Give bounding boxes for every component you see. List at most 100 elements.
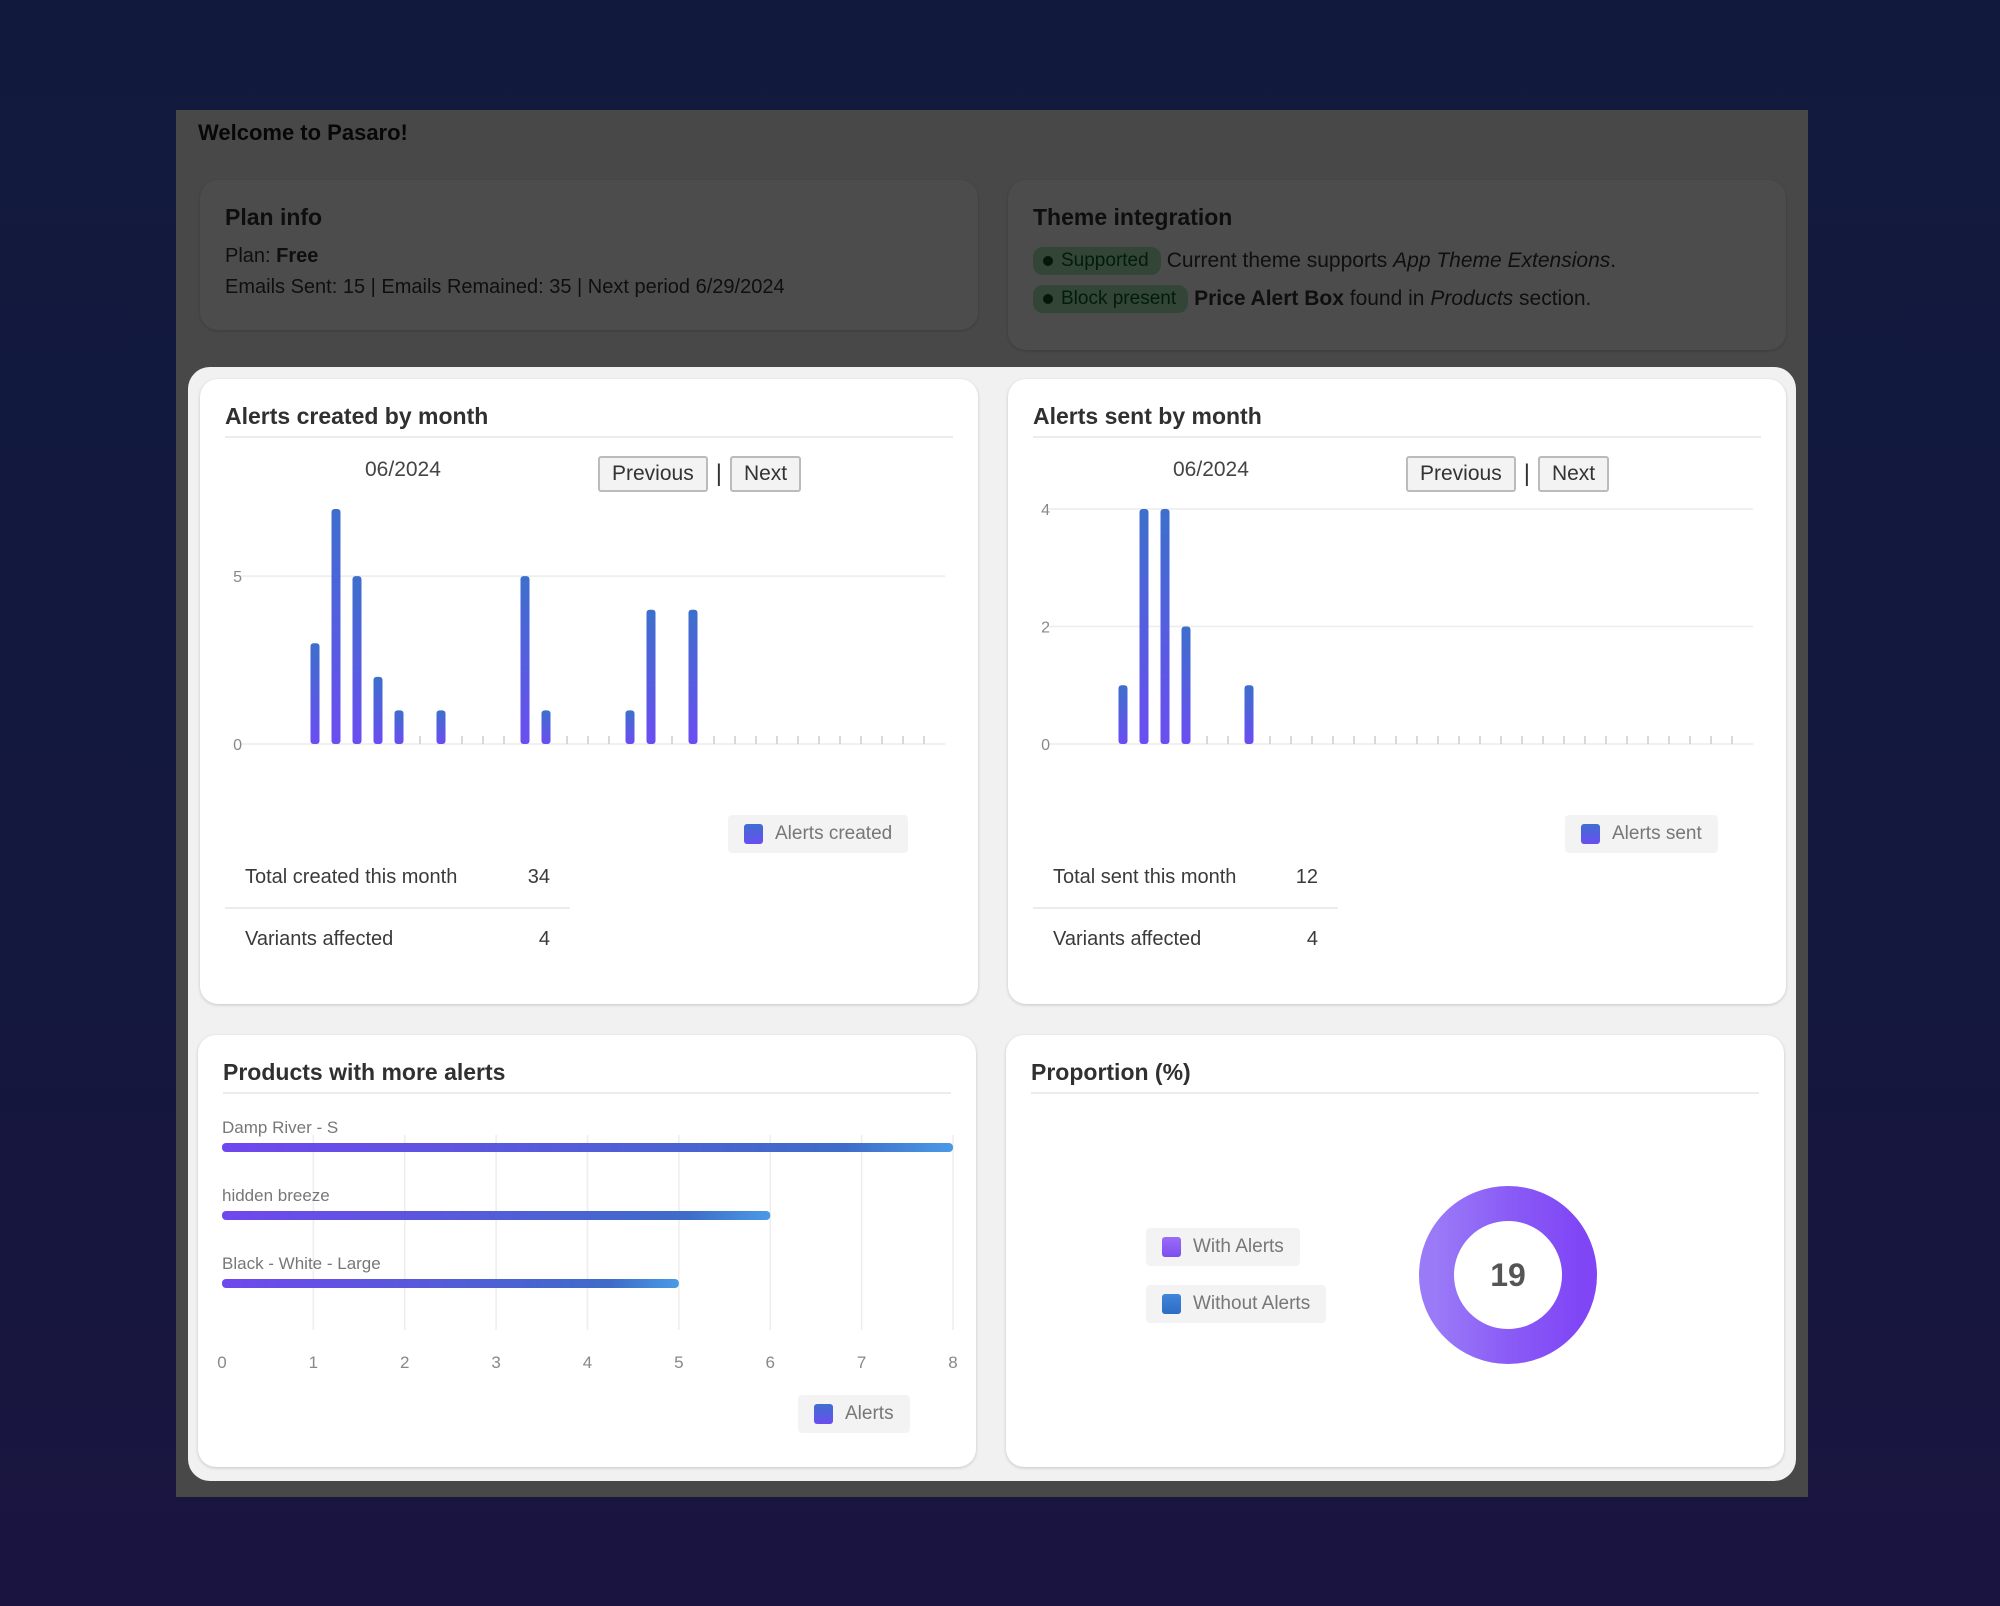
y-tick-label: 0 <box>233 737 242 754</box>
bar <box>646 609 656 744</box>
x-tick-label: 8 <box>948 1353 957 1372</box>
month-controls: 06/2024 Previous | Next <box>1033 446 1761 496</box>
theme-row-end: section. <box>1513 287 1592 310</box>
products-card: Products with more alerts 0 1 2 3 4 5 6 7 8 Damp … <box>198 1035 976 1467</box>
month-controls: 06/2024 Previous | Next <box>225 446 953 496</box>
x-tick-label: 4 <box>583 1353 592 1372</box>
legend-swatch <box>1581 824 1600 844</box>
bar-category-label: Damp River - S <box>222 1118 338 1137</box>
bar <box>625 710 635 744</box>
legend-swatch <box>744 824 763 844</box>
bar <box>436 710 446 744</box>
theme-integration-title: Theme integration <box>1033 204 1233 230</box>
proportion-donut: 19 <box>1419 1186 1597 1364</box>
badge-label: Supported <box>1061 250 1149 271</box>
month-nav: Previous | Next <box>1406 456 1610 492</box>
x-tick-label: 6 <box>766 1353 775 1372</box>
next-button[interactable]: Next <box>729 456 802 492</box>
bar <box>373 676 383 744</box>
y-tick-label: 2 <box>1041 620 1050 637</box>
legend-swatch <box>1162 1237 1181 1257</box>
legend-with-alerts: With Alerts <box>1146 1228 1300 1266</box>
alerts-created-title: Alerts created by month <box>225 403 953 438</box>
x-tick-label: 3 <box>491 1353 500 1372</box>
proportion-title: Proportion (%) <box>1031 1059 1759 1094</box>
stat-label: Variants affected <box>245 927 394 950</box>
stat-row: Variants affected 4 <box>1033 907 1338 969</box>
x-tick-label: 1 <box>309 1353 318 1372</box>
legend-label: Alerts created <box>775 823 893 844</box>
alerts-sent-title: Alerts sent by month <box>1033 403 1761 438</box>
bar <box>352 576 362 744</box>
stat-value: 34 <box>527 865 550 888</box>
legend-label: Without Alerts <box>1193 1293 1311 1314</box>
theme-row-text: found in <box>1343 287 1431 310</box>
legend-swatch <box>814 1404 833 1424</box>
plan-line: Plan: Free <box>225 245 953 268</box>
stat-label: Total sent this month <box>1053 865 1237 888</box>
welcome-heading: Welcome to Pasaro! <box>198 120 408 145</box>
block-name: Price Alert Box <box>1194 287 1344 310</box>
stat-row: Variants affected 4 <box>225 907 570 969</box>
y-tick-label: 0 <box>1041 737 1050 754</box>
legend-label: Alerts <box>845 1403 894 1424</box>
bar <box>1181 626 1191 744</box>
block-present-badge: Block present <box>1033 285 1189 313</box>
stat-value: 12 <box>1295 865 1318 888</box>
bar-category-label: Black - White - Large <box>222 1254 381 1273</box>
alerts-created-legend: Alerts created <box>728 815 909 853</box>
plan-info-title: Plan info <box>225 204 323 230</box>
theme-row-emphasis: App Theme Extensions <box>1393 249 1611 272</box>
alerts-created-stats: Total created this month 34 Variants affe… <box>225 847 570 969</box>
stat-label: Variants affected <box>1053 927 1202 950</box>
bar <box>394 710 404 744</box>
theme-row-block: Block present Price Alert Box found in P… <box>1033 285 1761 313</box>
nav-separator: | <box>715 460 722 487</box>
legend-label: With Alerts <box>1193 1236 1284 1257</box>
x-tick-label: 0 <box>217 1353 226 1372</box>
y-tick-label: 4 <box>1041 502 1050 519</box>
bar-category-label: hidden breeze <box>222 1186 330 1205</box>
alerts-created-card: Alerts created by month 06/2024 Previous… <box>200 379 978 1004</box>
theme-row-supported: Supported Current theme supports App The… <box>1033 247 1761 275</box>
x-tick-label: 5 <box>674 1353 683 1372</box>
bar <box>222 1143 953 1152</box>
bar <box>1160 509 1170 744</box>
previous-button[interactable]: Previous <box>1406 456 1516 492</box>
bar <box>520 576 530 744</box>
proportion-card: Proportion (%) With Alerts Without Alert… <box>1006 1035 1784 1467</box>
bar <box>1244 685 1254 744</box>
current-month: 06/2024 <box>1173 458 1249 481</box>
stat-label: Total created this month <box>245 865 458 888</box>
bar <box>310 643 320 744</box>
x-tick-label: 2 <box>400 1353 409 1372</box>
badge-label: Block present <box>1061 288 1177 309</box>
bar <box>331 509 341 744</box>
donut-center-label: 19 <box>1490 1257 1526 1293</box>
month-nav: Previous | Next <box>598 456 802 492</box>
previous-button[interactable]: Previous <box>598 456 708 492</box>
next-button[interactable]: Next <box>1537 456 1610 492</box>
status-dot-icon <box>1043 294 1053 304</box>
products-title: Products with more alerts <box>223 1059 951 1094</box>
analytics-panel: Alerts created by month 06/2024 Previous… <box>188 367 1796 1481</box>
theme-row-text: Current theme supports <box>1166 249 1388 272</box>
products-chart: 0 1 2 3 4 5 6 7 8 Damp River - S hidden breeze Blac… <box>217 1118 957 1372</box>
nav-separator: | <box>1523 460 1530 487</box>
bar <box>222 1279 679 1288</box>
legend-label: Alerts sent <box>1612 823 1702 844</box>
stat-value: 4 <box>538 927 550 950</box>
y-tick-label: 5 <box>233 569 242 586</box>
legend-swatch <box>1162 1294 1181 1314</box>
bar <box>1118 685 1128 744</box>
emails-line: Emails Sent: 15 | Emails Remained: 35 | … <box>225 276 785 298</box>
plan-label: Plan: <box>225 245 277 267</box>
stat-value: 4 <box>1306 927 1318 950</box>
alerts-sent-stats: Total sent this month 12 Variants affecte… <box>1033 847 1338 969</box>
legend-without-alerts: Without Alerts <box>1146 1285 1327 1323</box>
alerts-sent-legend: Alerts sent <box>1565 815 1718 853</box>
stat-row: Total created this month 34 <box>225 847 570 907</box>
alerts-sent-card: Alerts sent by month 06/2024 Previous | … <box>1008 379 1786 1004</box>
theme-row-end: . <box>1610 249 1617 272</box>
bar <box>222 1211 771 1220</box>
